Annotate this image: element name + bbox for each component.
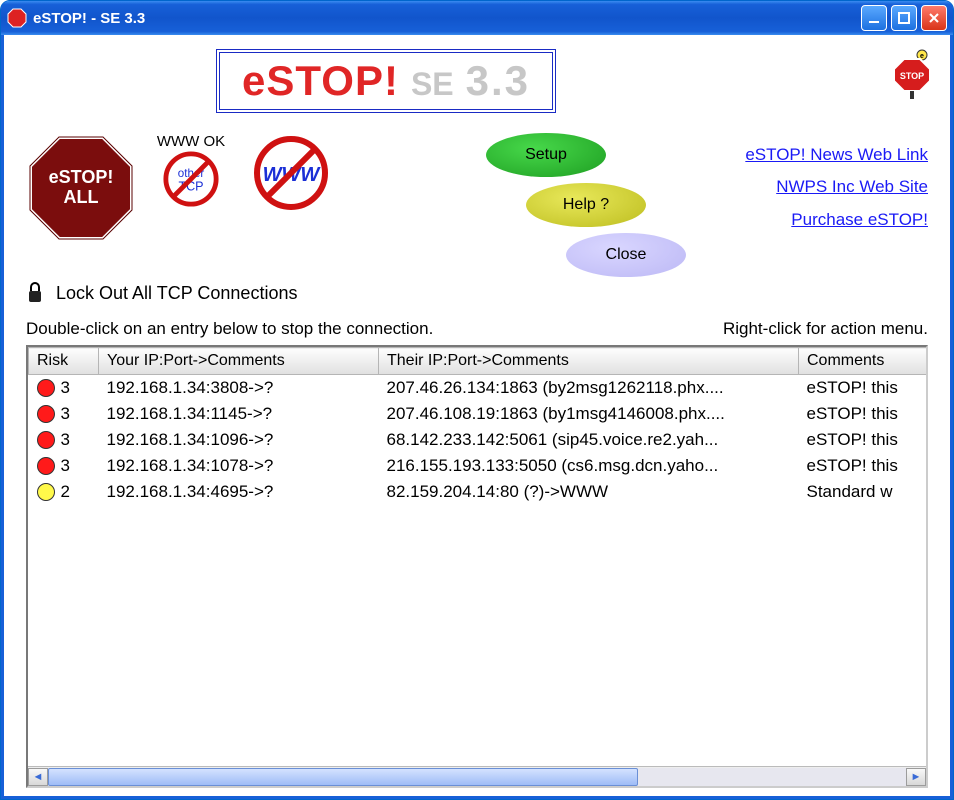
connections-table[interactable]: Risk Your IP:Port->Comments Their IP:Por… [28, 347, 928, 505]
cell-risk: 3 [29, 427, 99, 453]
oval-buttons: Setup Help ? Close [496, 133, 686, 277]
table-header-row[interactable]: Risk Your IP:Port->Comments Their IP:Por… [29, 348, 929, 375]
scroll-thumb[interactable] [48, 768, 638, 786]
padlock-icon [26, 281, 44, 305]
risk-dot-icon [37, 457, 55, 475]
connections-table-wrap: Risk Your IP:Port->Comments Their IP:Por… [26, 345, 928, 788]
scroll-left-arrow[interactable]: ◄ [28, 768, 48, 786]
cell-your: 192.168.1.34:1096->? [99, 427, 379, 453]
links-panel: eSTOP! News Web Link NWPS Inc Web Site P… [745, 133, 928, 236]
logo-box: eSTOP! SE 3.3 [216, 49, 556, 113]
cell-risk: 2 [29, 479, 99, 505]
www-ok-other-tcp-button[interactable]: WWW OK other TCP [146, 133, 236, 211]
client-area: e STOP eSTOP! SE 3.3 eSTOP! AL [1, 35, 953, 799]
news-link[interactable]: eSTOP! News Web Link [745, 145, 928, 164]
risk-value: 3 [61, 378, 70, 398]
help-button[interactable]: Help ? [526, 183, 646, 227]
risk-value: 3 [61, 404, 70, 424]
table-body: 3 192.168.1.34:3808->?207.46.26.134:1863 … [29, 375, 929, 506]
cell-their: 216.155.193.133:5050 (cs6.msg.dcn.yaho..… [379, 453, 799, 479]
risk-value: 3 [61, 456, 70, 476]
lock-row[interactable]: Lock Out All TCP Connections [26, 281, 928, 305]
table-row[interactable]: 3 192.168.1.34:1145->?207.46.108.19:1863 … [29, 401, 929, 427]
risk-dot-icon [37, 431, 55, 449]
cell-comments: eSTOP! this [799, 453, 929, 479]
maximize-button[interactable] [891, 5, 917, 31]
help-label: Help ? [563, 196, 609, 214]
cell-their: 82.159.204.14:80 (?)->WWW [379, 479, 799, 505]
cell-comments: eSTOP! this [799, 427, 929, 453]
cell-their: 207.46.108.19:1863 (by1msg4146008.phx...… [379, 401, 799, 427]
table-row[interactable]: 3 192.168.1.34:3808->?207.46.26.134:1863 … [29, 375, 929, 402]
cell-comments: Standard w [799, 479, 929, 505]
close-window-button[interactable] [921, 5, 947, 31]
logo-main: eSTOP! [242, 57, 399, 105]
cell-your: 192.168.1.34:1145->? [99, 401, 379, 427]
purchase-link[interactable]: Purchase eSTOP! [791, 210, 928, 229]
risk-dot-icon [37, 405, 55, 423]
risk-dot-icon [37, 483, 55, 501]
minimize-button[interactable] [861, 5, 887, 31]
close-label: Close [606, 246, 647, 264]
lock-label: Lock Out All TCP Connections [56, 283, 297, 304]
hints-row: Double-click on an entry below to stop t… [26, 319, 928, 339]
cell-risk: 3 [29, 401, 99, 427]
corner-stop-icon: e STOP [892, 49, 932, 99]
table-row[interactable]: 3 192.168.1.34:1096->?68.142.233.142:5061… [29, 427, 929, 453]
cell-comments: eSTOP! this [799, 375, 929, 402]
hint-left: Double-click on an entry below to stop t… [26, 319, 433, 339]
titlebar[interactable]: eSTOP! - SE 3.3 [1, 1, 953, 35]
app-icon [7, 8, 27, 28]
setup-label: Setup [525, 146, 567, 164]
cell-your: 192.168.1.34:3808->? [99, 375, 379, 402]
scroll-track[interactable] [48, 768, 906, 786]
logo-version: 3.3 [466, 57, 530, 105]
cell-your: 192.168.1.34:1078->? [99, 453, 379, 479]
cell-comments: eSTOP! this [799, 401, 929, 427]
risk-dot-icon [37, 379, 55, 397]
nwps-link[interactable]: NWPS Inc Web Site [776, 177, 928, 196]
header-row: eSTOP! SE 3.3 [26, 49, 928, 113]
horizontal-scrollbar[interactable]: ◄ ► [28, 766, 926, 786]
estop-all-button[interactable]: eSTOP! ALL [26, 133, 136, 243]
col-their[interactable]: Their IP:Port->Comments [379, 348, 799, 375]
table-row[interactable]: 2 192.168.1.34:4695->?82.159.204.14:80 (?… [29, 479, 929, 505]
controls-row: eSTOP! ALL WWW OK other TCP WWW [26, 133, 928, 277]
hint-right: Right-click for action menu. [723, 319, 928, 339]
setup-button[interactable]: Setup [486, 133, 606, 177]
table-row[interactable]: 3 192.168.1.34:1078->?216.155.193.133:505… [29, 453, 929, 479]
close-button[interactable]: Close [566, 233, 686, 277]
logo-se: SE [411, 66, 454, 103]
cell-your: 192.168.1.34:4695->? [99, 479, 379, 505]
www-ok-label: WWW OK [146, 133, 236, 150]
estop-all-label-1: eSTOP! [49, 168, 114, 188]
risk-value: 3 [61, 430, 70, 450]
cell-risk: 3 [29, 375, 99, 402]
app-window: eSTOP! - SE 3.3 e STOP eSTOP! SE 3.3 [0, 0, 954, 800]
col-comments[interactable]: Comments [799, 348, 929, 375]
cell-risk: 3 [29, 453, 99, 479]
window-buttons [861, 5, 947, 31]
scroll-right-arrow[interactable]: ► [906, 768, 926, 786]
svg-text:STOP: STOP [900, 71, 924, 81]
risk-value: 2 [61, 482, 70, 502]
no-www-button[interactable]: WWW [246, 133, 336, 216]
col-your[interactable]: Your IP:Port->Comments [99, 348, 379, 375]
window-title: eSTOP! - SE 3.3 [33, 10, 861, 27]
cell-their: 207.46.26.134:1863 (by2msg1262118.phx...… [379, 375, 799, 402]
estop-all-label-2: ALL [64, 188, 99, 208]
cell-their: 68.142.233.142:5061 (sip45.voice.re2.yah… [379, 427, 799, 453]
col-risk[interactable]: Risk [29, 348, 99, 375]
